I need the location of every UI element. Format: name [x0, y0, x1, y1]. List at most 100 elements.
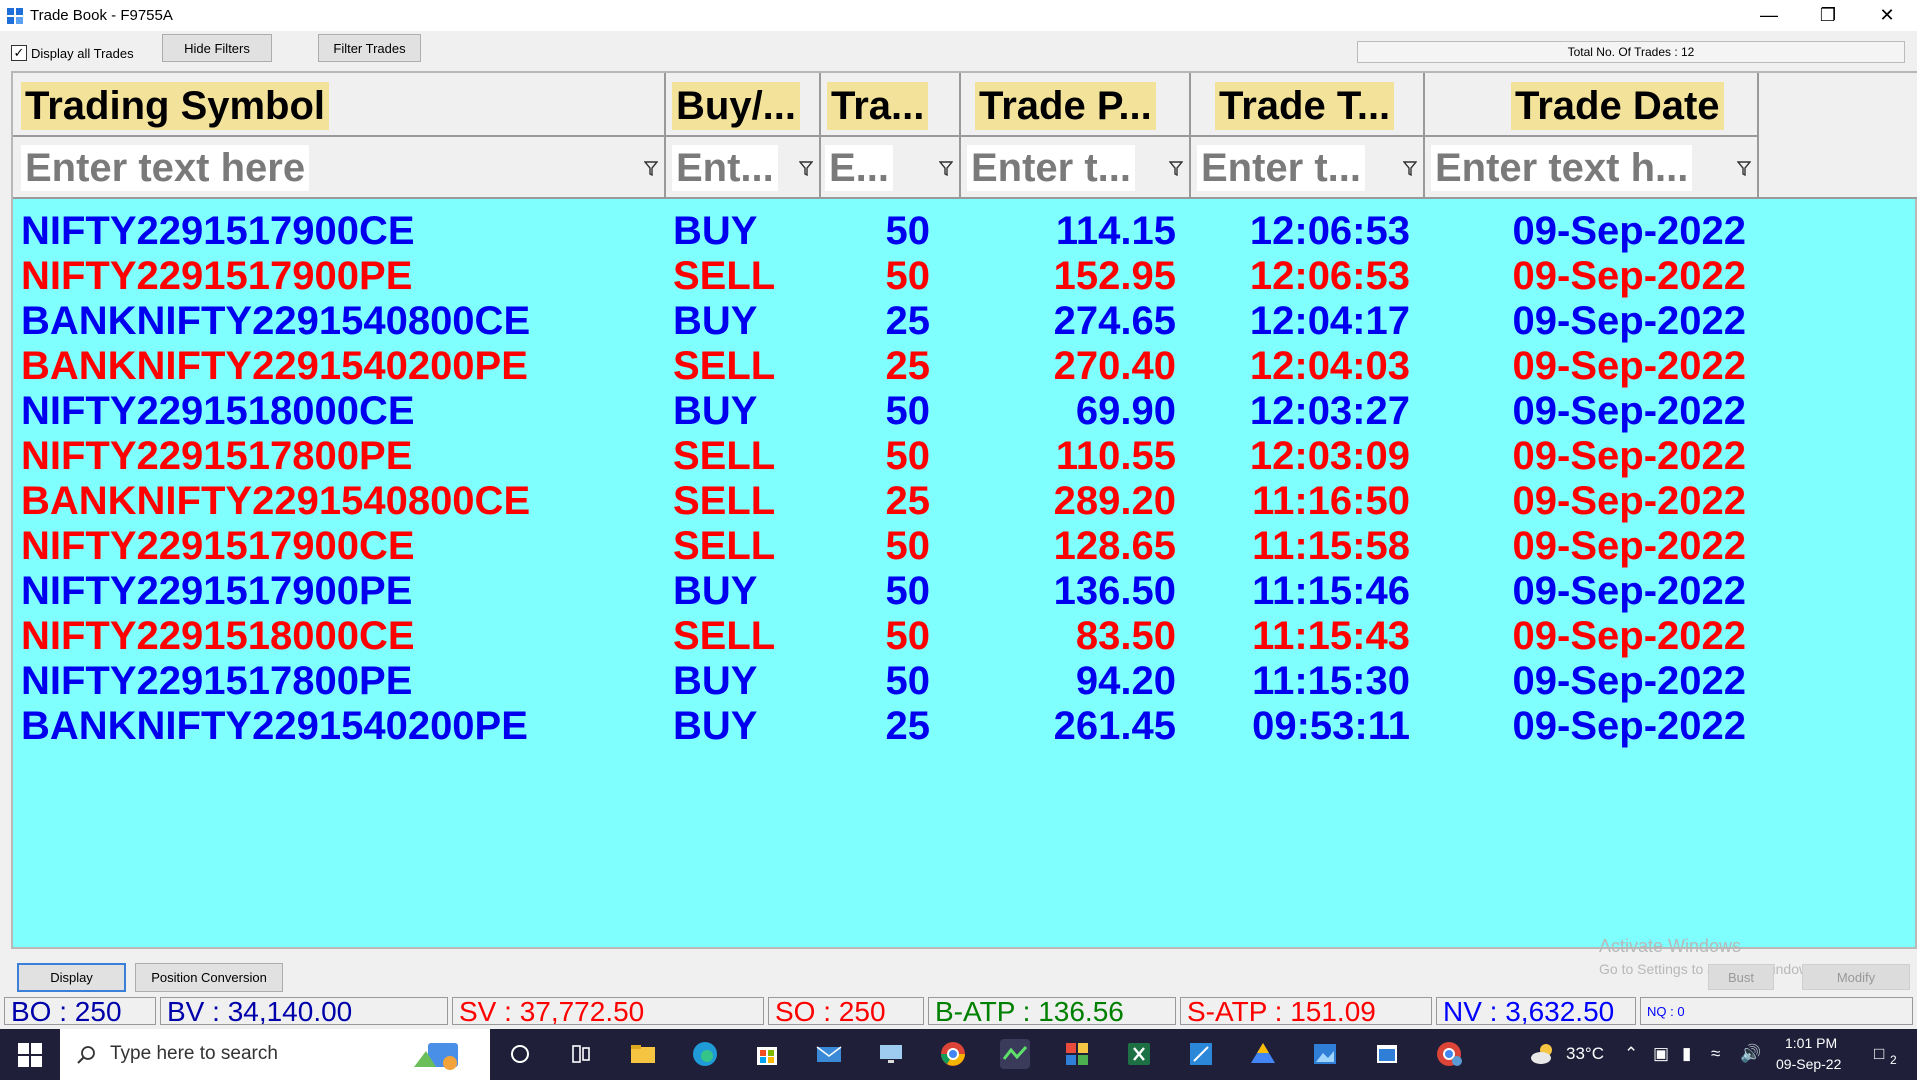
display-button[interactable]: Display — [17, 963, 126, 992]
filter-placeholder[interactable]: Enter t... — [967, 145, 1136, 191]
filter-funnel-icon[interactable] — [644, 161, 658, 177]
filter-placeholder[interactable]: Enter t... — [1197, 145, 1366, 191]
filter-placeholder[interactable]: Enter text here — [21, 145, 310, 191]
col-header-trade-time[interactable]: Trade T... — [1191, 73, 1425, 137]
trade-symbol: NIFTY2291517900CE — [21, 209, 415, 253]
table-row[interactable]: NIFTY2291517800PE SELL 50 110.55 12:03:09 09-… — [13, 434, 1917, 479]
filter-trade-qty[interactable]: E... — [821, 137, 961, 197]
bust-button[interactable]: Bust — [1708, 964, 1774, 990]
mail-icon[interactable] — [814, 1039, 844, 1069]
trade-symbol: BANKNIFTY2291540800CE — [21, 299, 531, 343]
col-header-trade-date[interactable]: Trade Date — [1425, 73, 1759, 137]
chrome-icon[interactable] — [938, 1039, 968, 1069]
close-button[interactable]: ✕ — [1858, 0, 1916, 31]
snipping-tool-icon[interactable] — [1186, 1039, 1216, 1069]
table-row[interactable]: NIFTY2291517900PE BUY 50 136.50 11:15:46 09-S… — [13, 569, 1917, 614]
filter-buy-sell[interactable]: Ent... — [666, 137, 821, 197]
filter-funnel-icon[interactable] — [1737, 161, 1751, 177]
remote-desktop-icon[interactable] — [876, 1039, 906, 1069]
filter-placeholder[interactable]: E... — [825, 145, 894, 191]
trade-time: 12:04:17 — [1249, 299, 1410, 343]
trade-date: 09-Sep-2022 — [1512, 659, 1746, 703]
task-view-icon[interactable] — [566, 1039, 596, 1069]
trade-symbol: BANKNIFTY2291540200PE — [21, 344, 528, 388]
table-row[interactable]: NIFTY2291518000CE SELL 50 83.50 11:15:43 09-S… — [13, 614, 1917, 659]
windows-start-icon[interactable] — [18, 1043, 42, 1067]
filter-trade-time[interactable]: Enter t... — [1191, 137, 1425, 197]
trade-side: BUY — [673, 389, 758, 433]
col-header-buy-sell[interactable]: Buy/... — [666, 73, 821, 137]
filter-funnel-icon[interactable] — [799, 161, 813, 177]
col-header-label: Trade P... — [975, 82, 1156, 130]
table-row[interactable]: BANKNIFTY2291540800CE SELL 25 289.20 11:16:5… — [13, 479, 1917, 524]
table-row[interactable]: NIFTY2291517900CE SELL 50 128.65 11:15:58 09-… — [13, 524, 1917, 569]
position-conversion-button[interactable]: Position Conversion — [135, 963, 283, 992]
photos-icon[interactable] — [1310, 1039, 1340, 1069]
col-header-label: Tra... — [827, 82, 929, 130]
weather-icon[interactable] — [1528, 1039, 1558, 1069]
trade-price: 152.95 — [1053, 254, 1176, 298]
filter-placeholder[interactable]: Enter text h... — [1431, 145, 1693, 191]
table-row[interactable]: BANKNIFTY2291540200PE SELL 25 270.40 12:04:0… — [13, 344, 1917, 389]
chrome-profile-icon[interactable] — [1434, 1039, 1464, 1069]
table-row[interactable]: BANKNIFTY2291540200PE BUY 25 261.45 09:53:11… — [13, 704, 1917, 749]
app-icon — [7, 8, 23, 24]
trade-qty: 50 — [885, 389, 931, 433]
filter-trades-button[interactable]: Filter Trades — [318, 34, 421, 62]
filter-funnel-icon[interactable] — [939, 161, 953, 177]
restore-button[interactable]: ❐ — [1799, 0, 1857, 31]
trade-price: 69.90 — [1075, 389, 1176, 433]
table-row[interactable]: NIFTY2291517800PE BUY 50 94.20 11:15:30 09-Se… — [13, 659, 1917, 704]
store-icon[interactable] — [752, 1039, 782, 1069]
filter-funnel-icon[interactable] — [1403, 161, 1417, 177]
col-header-trading-symbol[interactable]: Trading Symbol — [13, 73, 666, 137]
table-row[interactable]: NIFTY2291517900PE SELL 50 152.95 12:06:53 09-… — [13, 254, 1917, 299]
cortana-icon[interactable] — [505, 1039, 535, 1069]
trade-symbol: NIFTY2291517900CE — [21, 524, 415, 568]
file-explorer-icon[interactable] — [628, 1039, 658, 1069]
stat-net-qty: NQ : 0 — [1640, 997, 1913, 1025]
filter-trade-date[interactable]: Enter text h... — [1425, 137, 1759, 197]
display-all-checkbox[interactable]: ✓ — [11, 45, 27, 61]
wifi-icon[interactable]: ≈ — [1711, 1044, 1720, 1064]
table-row[interactable]: NIFTY2291518000CE BUY 50 69.90 12:03:27 09-Se… — [13, 389, 1917, 434]
notification-icon[interactable]: □ — [1874, 1044, 1884, 1064]
excel-icon[interactable] — [1124, 1039, 1154, 1069]
trade-price: 114.15 — [1055, 209, 1176, 253]
taskbar-search-box[interactable]: Type here to search — [60, 1029, 490, 1080]
trade-date: 09-Sep-2022 — [1512, 209, 1746, 253]
minimize-button[interactable]: — — [1740, 0, 1798, 31]
window-app-icon[interactable] — [1372, 1039, 1402, 1069]
clock-date[interactable]: 09-Sep-22 — [1776, 1056, 1841, 1072]
trade-price: 270.40 — [1053, 344, 1176, 388]
app-grid-icon[interactable] — [1062, 1039, 1092, 1069]
display-all-label: Display all Trades — [31, 46, 134, 61]
filter-trade-price[interactable]: Enter t... — [961, 137, 1191, 197]
col-header-trade-qty[interactable]: Tra... — [821, 73, 961, 137]
trade-qty: 50 — [885, 659, 931, 703]
filter-row: Enter text here Ent... E... Enter t... E… — [13, 137, 1917, 199]
trade-time: 11:15:58 — [1252, 524, 1410, 568]
clock-time[interactable]: 1:01 PM — [1785, 1035, 1837, 1051]
filter-funnel-icon[interactable] — [1169, 161, 1183, 177]
trade-side: SELL — [673, 524, 776, 568]
activate-windows-watermark: Activate Windows — [1599, 936, 1742, 956]
trade-side: BUY — [673, 659, 758, 703]
table-row[interactable]: BANKNIFTY2291540800CE BUY 25 274.65 12:04:17… — [13, 299, 1917, 344]
trading-terminal-icon[interactable] — [1000, 1039, 1030, 1069]
battery-icon[interactable]: ▮ — [1682, 1044, 1691, 1064]
stat-buy-value: BV : 34,140.00 — [160, 997, 448, 1025]
filter-placeholder[interactable]: Ent... — [672, 145, 778, 191]
trade-rows: NIFTY2291517900CE BUY 50 114.15 12:06:53 09-S… — [13, 209, 1917, 749]
modify-button[interactable]: Modify — [1802, 964, 1910, 990]
hide-filters-button[interactable]: Hide Filters — [162, 34, 272, 62]
drive-icon[interactable] — [1248, 1039, 1278, 1069]
meet-now-icon[interactable]: ▣ — [1653, 1044, 1669, 1064]
table-row[interactable]: NIFTY2291517900CE BUY 50 114.15 12:06:53 09-S… — [13, 209, 1917, 254]
volume-icon[interactable]: 🔊 — [1740, 1044, 1761, 1064]
edge-icon[interactable] — [690, 1039, 720, 1069]
trade-side: BUY — [673, 704, 758, 748]
tray-chevron-icon[interactable]: ⌃ — [1624, 1044, 1638, 1064]
filter-trading-symbol[interactable]: Enter text here — [13, 137, 666, 197]
col-header-trade-price[interactable]: Trade P... — [961, 73, 1191, 137]
